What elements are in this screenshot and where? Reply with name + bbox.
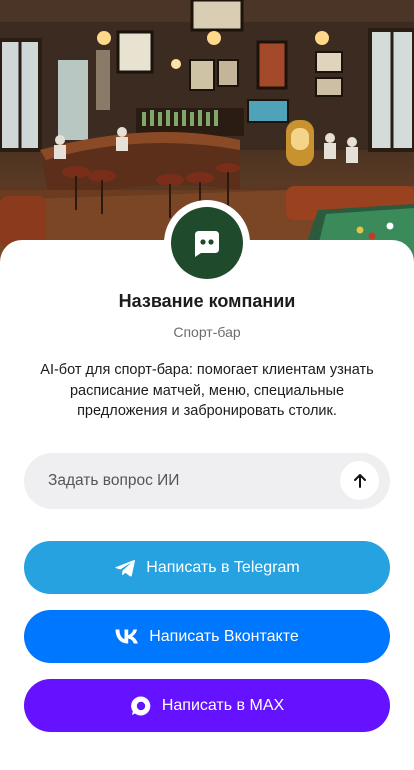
telegram-button-label: Написать в Telegram: [146, 558, 300, 576]
company-name: Название компании: [118, 291, 296, 311]
chat-bot-icon: [189, 225, 225, 261]
max-button-label: Написать в MAX: [161, 696, 285, 714]
send-button[interactable]: [340, 461, 379, 500]
vk-button[interactable]: Написать Вконтакте: [24, 610, 390, 663]
telegram-icon: [114, 558, 136, 578]
telegram-button[interactable]: Написать в Telegram: [24, 541, 390, 594]
ask-ai-input[interactable]: [48, 453, 348, 509]
avatar: [164, 200, 250, 286]
max-button[interactable]: Написать в MAX: [24, 679, 390, 732]
ask-ai-field: [24, 453, 390, 509]
vk-button-label: Написать Вконтакте: [149, 627, 299, 645]
bot-logo: [171, 207, 243, 279]
company-description: AI-бот для спорт-бара: помогает клиентам…: [40, 362, 374, 419]
company-category: Спорт-бар: [173, 324, 241, 340]
vk-icon: [115, 629, 139, 644]
max-icon: [130, 695, 152, 717]
arrow-up-icon: [352, 473, 368, 489]
